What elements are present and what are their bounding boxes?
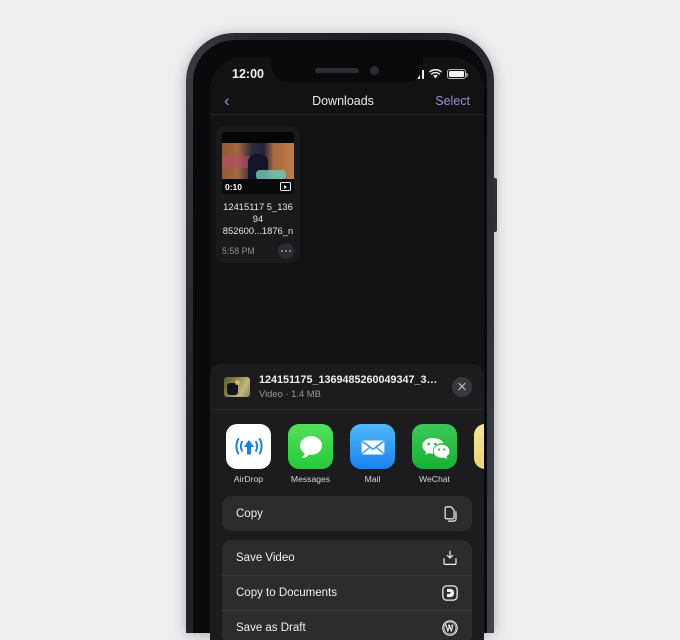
battery-icon xyxy=(447,69,468,79)
messages-icon xyxy=(288,424,333,469)
power-button[interactable] xyxy=(493,178,497,232)
documents-app-icon xyxy=(441,584,459,602)
download-timestamp: 5:58 PM xyxy=(222,246,255,257)
share-file-title: 124151175_1369485260049347_324... xyxy=(259,374,443,386)
action-row-save-video[interactable]: Save Video xyxy=(222,540,472,575)
share-file-thumbnail xyxy=(224,376,250,397)
action-label: Copy xyxy=(236,507,263,520)
downloads-grid: 0:10 12415117 5_13694 852600...1876_n 5:… xyxy=(210,116,484,364)
download-filename: 12415117 5_13694 852600...1876_n xyxy=(222,201,294,236)
status-bar-time: 12:00 xyxy=(232,67,264,81)
share-app-messages[interactable]: Messages xyxy=(288,424,333,484)
download-filename-line1: 12415117 5_13694 xyxy=(223,201,293,224)
phone-screen: 12:00 ‹ Downloads Select 0:10 12415117 5… xyxy=(210,57,484,640)
action-label: Save as Draft xyxy=(236,622,306,634)
phone-bezel: 12:00 ‹ Downloads Select 0:10 12415117 5… xyxy=(193,40,487,640)
action-label: Save Video xyxy=(236,551,295,564)
phone-device-frame: 12:00 ‹ Downloads Select 0:10 12415117 5… xyxy=(186,33,494,640)
share-app-label: Messages xyxy=(290,474,331,484)
mail-icon xyxy=(350,424,395,469)
airdrop-icon xyxy=(226,424,271,469)
video-duration-badge: 0:10 xyxy=(225,182,243,192)
download-filename-line2: 852600...1876_n xyxy=(222,224,294,236)
video-badge-icon xyxy=(280,182,291,191)
share-app-label: AirDrop xyxy=(233,474,264,484)
select-button[interactable]: Select xyxy=(428,94,470,108)
save-to-photos-icon xyxy=(441,549,459,567)
back-button[interactable]: ‹ xyxy=(224,92,258,109)
copy-icon xyxy=(441,505,459,523)
page-title: Downloads xyxy=(312,93,374,108)
share-app-wechat[interactable]: WeChat xyxy=(412,424,457,484)
partial-app-icon xyxy=(474,424,484,469)
action-row-save-as-draft[interactable]: Save as Draft xyxy=(222,610,472,640)
close-icon[interactable] xyxy=(452,376,472,397)
download-item[interactable]: 0:10 12415117 5_13694 852600...1876_n 5:… xyxy=(216,126,300,264)
action-row-copy[interactable]: Copy xyxy=(222,496,472,531)
download-meta-row: 5:58 PM xyxy=(222,243,294,260)
action-row-copy-to-documents[interactable]: Copy to Documents xyxy=(222,575,472,610)
share-app-row: AirDrop Messages Mail WeChat xyxy=(210,410,484,496)
share-app-airdrop[interactable]: AirDrop xyxy=(226,424,271,484)
share-sheet: 124151175_1369485260049347_324... Video … xyxy=(210,364,484,640)
front-camera-icon xyxy=(370,65,379,75)
share-file-info: 124151175_1369485260049347_324... Video … xyxy=(259,374,443,399)
earpiece-speaker xyxy=(315,67,359,73)
video-thumbnail[interactable]: 0:10 xyxy=(222,132,294,194)
action-group-1: Copy xyxy=(222,496,472,531)
share-file-subtitle: Video · 1.4 MB xyxy=(259,388,321,399)
share-app-mail[interactable]: Mail xyxy=(350,424,395,484)
wifi-icon xyxy=(429,69,442,79)
share-app-partial[interactable] xyxy=(474,424,484,484)
phone-notch xyxy=(271,57,423,83)
navigation-bar: ‹ Downloads Select xyxy=(210,87,484,115)
share-app-label: WeChat xyxy=(419,474,450,484)
wordpress-icon xyxy=(441,619,459,637)
action-group-2: Save Video Copy to Documents Save as Dra… xyxy=(222,540,472,640)
share-app-label: Mail xyxy=(364,474,381,484)
wechat-icon xyxy=(412,424,457,469)
action-label: Copy to Documents xyxy=(236,587,337,599)
share-sheet-header: 124151175_1369485260049347_324... Video … xyxy=(210,364,484,410)
ellipsis-icon[interactable] xyxy=(278,243,294,260)
